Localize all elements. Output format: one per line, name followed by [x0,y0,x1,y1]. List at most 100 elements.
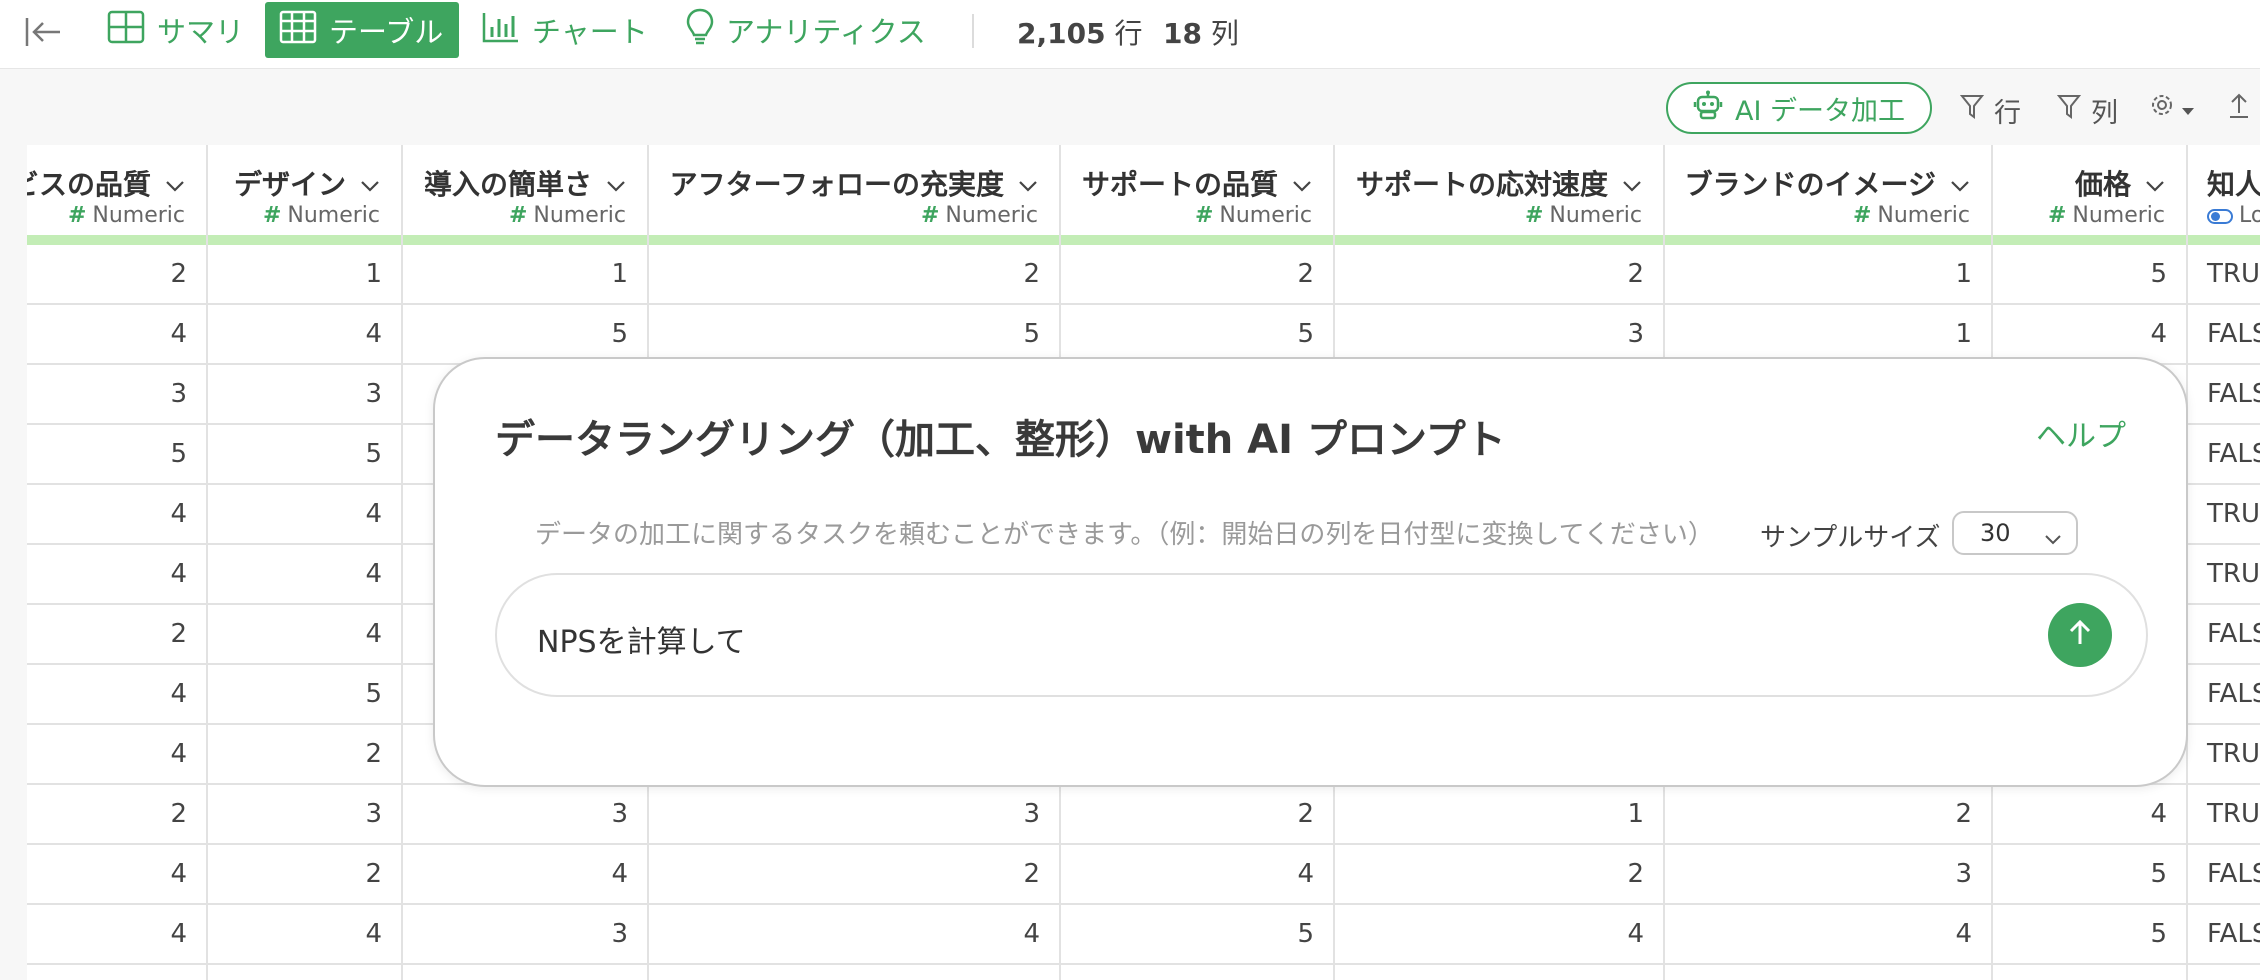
table-cell[interactable]: 4 [207,905,402,963]
numeric-type-icon: # [508,203,528,228]
table-cell[interactable]: 5 [1992,905,2187,963]
table-cell[interactable]: 2 [27,785,207,843]
table-cell[interactable]: 3 [1334,305,1664,363]
help-link[interactable]: ヘルプ [2036,411,2126,455]
table-cell[interactable]: 4 [27,725,207,783]
table-cell[interactable]: 4 [1992,305,2187,363]
table-cell[interactable]: 2 [648,845,1060,903]
tab-table[interactable]: テーブル [265,2,459,58]
table-cell[interactable]: 4 [648,905,1060,963]
table-cell[interactable]: 3 [402,905,648,963]
table-cell[interactable]: 1 [1664,245,1992,303]
table-cell[interactable]: TRU [2187,545,2260,603]
table-cell[interactable]: 5 [27,425,207,483]
table-cell[interactable]: 4 [27,665,207,723]
table-cell[interactable]: 4 [1060,845,1334,903]
table-cell[interactable]: TRU [2187,785,2260,843]
table-cell[interactable]: 4 [27,305,207,363]
column-header[interactable]: 価格 # Numeric [1992,145,2187,235]
column-header[interactable]: 導入の簡単さ # Numeric [402,145,648,235]
column-header[interactable]: アフターフォローの充実度 # Numeric [648,145,1060,235]
table-cell[interactable]: 5 [402,305,648,363]
column-header[interactable]: デザイン # Numeric [207,145,402,235]
table-cell[interactable]: 4 [27,845,207,903]
table-cell[interactable]: TRU [2187,245,2260,303]
table-cell[interactable]: 2 [27,605,207,663]
prompt-input[interactable]: NPSを計算して [495,573,2148,697]
chevron-down-icon[interactable] [606,167,626,200]
tab-chart[interactable]: チャート [468,2,662,58]
table-cell[interactable]: 5 [1060,305,1334,363]
summary-grid-icon [107,10,145,51]
table-cell[interactable]: 2 [207,725,402,783]
numeric-type-icon: # [1194,203,1214,228]
table-cell[interactable]: 5 [207,425,402,483]
table-cell[interactable]: TRU [2187,485,2260,543]
table-cell[interactable]: FALS [2187,425,2260,483]
table-cell[interactable]: 1 [1664,305,1992,363]
column-header[interactable]: ビスの品質#Numeric [27,145,207,235]
table-cell[interactable]: 5 [1992,245,2187,303]
table-cell[interactable]: 2 [1334,845,1664,903]
chevron-down-icon[interactable] [2145,167,2165,200]
table-cell[interactable]: 2 [1060,785,1334,843]
table-cell[interactable]: 3 [27,365,207,423]
table-cell[interactable]: 4 [402,845,648,903]
chevron-down-icon[interactable] [1018,167,1038,200]
table-cell[interactable]: 4 [207,485,402,543]
table-cell[interactable]: 4 [207,545,402,603]
tab-analytics[interactable]: アナリティクス [672,2,940,58]
table-cell[interactable]: 5 [207,665,402,723]
table-cell[interactable]: 3 [207,365,402,423]
table-cell[interactable]: 4 [27,905,207,963]
table-cell[interactable]: 4 [1664,905,1992,963]
table-cell[interactable]: 3 [1664,845,1992,903]
column-header[interactable]: ブランドのイメージ # Numeric [1664,145,1992,235]
tab-summary[interactable]: サマリ [93,2,258,58]
column-header[interactable]: 知人 Lo [2187,145,2260,235]
table-cell[interactable]: 5 [1992,845,2187,903]
chevron-down-icon[interactable] [1622,167,1642,200]
chevron-down-icon[interactable] [360,167,380,200]
table-cell[interactable]: 3 [648,785,1060,843]
table-cell[interactable]: 3 [207,785,402,843]
table-cell[interactable]: 4 [27,545,207,603]
table-cell[interactable]: 4 [1992,785,2187,843]
chevron-down-icon[interactable] [165,167,185,200]
sample-size-select[interactable]: 30 [1952,511,2078,555]
table-cell[interactable]: 1 [1334,785,1664,843]
chevron-down-icon[interactable] [1292,167,1312,200]
settings-dropdown-button[interactable] [2150,91,2196,126]
table-cell[interactable]: 4 [207,605,402,663]
table-cell[interactable]: 2 [1060,245,1334,303]
export-button[interactable] [2228,91,2250,126]
table-cell[interactable]: TRU [2187,725,2260,783]
chevron-down-icon[interactable] [1950,167,1970,200]
table-cell[interactable]: FALS [2187,905,2260,963]
table-cell[interactable]: FALS [2187,365,2260,423]
table-cell[interactable]: FALS [2187,305,2260,363]
table-cell[interactable]: FALS [2187,605,2260,663]
table-cell[interactable]: 1 [207,245,402,303]
table-cell[interactable]: 2 [1334,245,1664,303]
table-cell[interactable]: 3 [402,785,648,843]
column-header[interactable]: サポートの品質 # Numeric [1060,145,1334,235]
filter-columns-button[interactable]: 列 [2056,91,2118,130]
table-cell[interactable]: 2 [1664,785,1992,843]
table-cell[interactable]: 4 [27,485,207,543]
table-cell[interactable]: 2 [27,245,207,303]
collapse-sidebar-icon[interactable] [24,14,64,50]
table-cell[interactable]: 5 [648,305,1060,363]
column-header[interactable]: サポートの応対速度 # Numeric [1334,145,1664,235]
table-cell[interactable]: 4 [207,305,402,363]
table-cell[interactable]: 4 [1334,905,1664,963]
filter-rows-button[interactable]: 行 [1959,91,2021,130]
table-cell[interactable]: 5 [1060,905,1334,963]
ai-data-wrangling-button[interactable]: AI データ加工 [1666,82,1932,134]
table-cell[interactable]: 2 [648,245,1060,303]
send-button[interactable] [2048,603,2112,667]
table-cell[interactable]: FALS [2187,845,2260,903]
table-cell[interactable]: 1 [402,245,648,303]
table-cell[interactable]: 2 [207,845,402,903]
table-cell[interactable]: FALS [2187,665,2260,723]
